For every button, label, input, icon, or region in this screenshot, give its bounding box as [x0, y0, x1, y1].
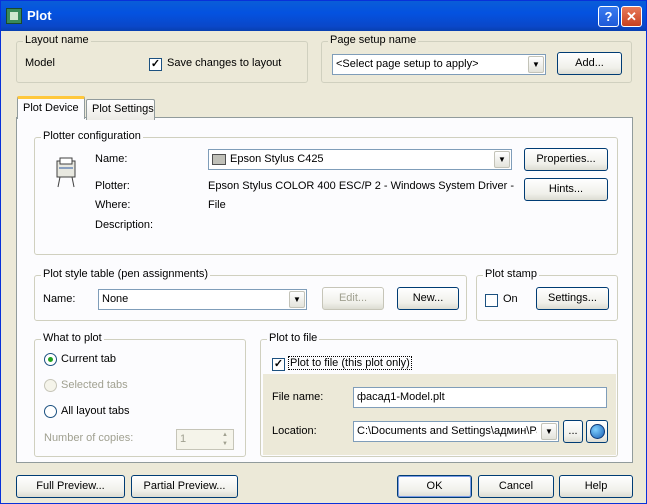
all-layout-tabs-radio[interactable] [44, 405, 57, 418]
page-setup-selected: <Select page setup to apply> [336, 58, 479, 70]
help-button[interactable]: Help [559, 475, 633, 498]
plot-style-value: None [102, 293, 129, 305]
chevron-down-icon[interactable]: ▼ [541, 423, 557, 440]
plot-stamp-settings-button[interactable]: Settings... [536, 287, 609, 310]
tab-plot-settings[interactable]: Plot Settings [86, 99, 155, 120]
description-label: Description: [95, 219, 154, 231]
all-layout-tabs-label[interactable]: All layout tabs [61, 405, 129, 417]
plotter-name-select[interactable]: Epson Stylus C425 ▼ [208, 149, 512, 170]
plot-style-select[interactable]: None ▼ [98, 289, 307, 310]
current-tab-label[interactable]: Current tab [61, 353, 116, 365]
plotter-label: Plotter: [95, 180, 130, 192]
full-preview-label: Full Preview... [36, 480, 105, 492]
partial-preview-button[interactable]: Partial Preview... [131, 475, 238, 498]
layout-name-legend: Layout name [23, 34, 91, 46]
location-select[interactable]: C:\Documents and Settings\админ\Ра ▼ [353, 421, 559, 442]
plot-stamp-on-checkbox[interactable] [485, 294, 498, 307]
browse-location-button[interactable]: ... [563, 420, 583, 443]
where-value: File [208, 199, 226, 211]
ok-button[interactable]: OK [397, 475, 472, 498]
plotter-icon [55, 157, 79, 189]
plot-style-legend: Plot style table (pen assignments) [41, 268, 211, 280]
spin-up-icon[interactable]: ▲ [218, 431, 232, 439]
current-tab-radio[interactable] [44, 353, 57, 366]
printer-icon [212, 154, 226, 165]
globe-icon [590, 424, 605, 439]
title-bar[interactable]: Plot ? ✕ [1, 1, 646, 31]
file-name-input[interactable]: фасад1-Model.plt [353, 387, 607, 408]
plot-app-icon [6, 8, 22, 24]
chevron-down-icon[interactable]: ▼ [289, 291, 305, 308]
web-location-button[interactable] [586, 420, 608, 443]
window-title: Plot [27, 8, 52, 23]
plotter-value: Epson Stylus COLOR 400 ESC/P 2 - Windows… [208, 180, 515, 192]
save-changes-label[interactable]: Save changes to layout [167, 57, 281, 69]
location-label: Location: [272, 425, 317, 437]
plot-stamp-legend: Plot stamp [483, 268, 539, 280]
copies-label: Number of copies: [44, 432, 134, 444]
spin-down-icon[interactable]: ▼ [218, 440, 232, 448]
properties-button[interactable]: Properties... [524, 148, 608, 171]
new-plot-style-button[interactable]: New... [397, 287, 459, 310]
file-name-label: File name: [272, 391, 324, 403]
plotter-name-value: Epson Stylus C425 [230, 153, 324, 165]
page-setup-select[interactable]: <Select page setup to apply> ▼ [332, 54, 546, 75]
file-name-value: фасад1-Model.plt [357, 391, 445, 403]
copies-stepper[interactable]: 1 ▲ ▼ [176, 429, 234, 450]
what-to-plot-legend: What to plot [41, 332, 104, 344]
plot-to-file-checkbox-label[interactable]: Plot to file (this plot only) [288, 356, 412, 370]
plot-to-file-legend: Plot to file [267, 332, 320, 344]
edit-plot-style-button[interactable]: Edit... [322, 287, 384, 310]
full-preview-button[interactable]: Full Preview... [16, 475, 125, 498]
selected-tabs-label[interactable]: Selected tabs [61, 379, 128, 391]
copies-value: 1 [180, 433, 187, 445]
plotter-config-legend: Plotter configuration [41, 130, 143, 142]
plot-to-file-checkbox[interactable]: ✓ [272, 358, 285, 371]
chevron-down-icon[interactable]: ▼ [494, 151, 510, 168]
plot-dialog: Plot ? ✕ Layout name Model ✓ Save change… [0, 0, 647, 504]
plot-stamp-on-label[interactable]: On [503, 293, 518, 305]
close-button[interactable]: ✕ [621, 6, 642, 27]
tab-plot-device[interactable]: Plot Device [17, 96, 85, 119]
partial-preview-label: Partial Preview... [143, 480, 226, 492]
chevron-down-icon[interactable]: ▼ [528, 56, 544, 73]
hints-button[interactable]: Hints... [524, 178, 608, 201]
add-page-setup-button[interactable]: Add... [557, 52, 622, 75]
help-title-button[interactable]: ? [598, 6, 619, 27]
plot-style-name-label: Name: [43, 293, 76, 305]
layout-name-value: Model [25, 57, 55, 69]
location-value: C:\Documents and Settings\админ\Ра [357, 425, 537, 437]
selected-tabs-radio[interactable] [44, 379, 57, 392]
close-icon: ✕ [626, 9, 637, 24]
save-changes-checkbox[interactable]: ✓ [149, 58, 162, 71]
plotter-name-label: Name: [95, 153, 128, 165]
page-setup-legend: Page setup name [328, 34, 419, 46]
cancel-button[interactable]: Cancel [478, 475, 554, 498]
where-label: Where: [95, 199, 131, 211]
